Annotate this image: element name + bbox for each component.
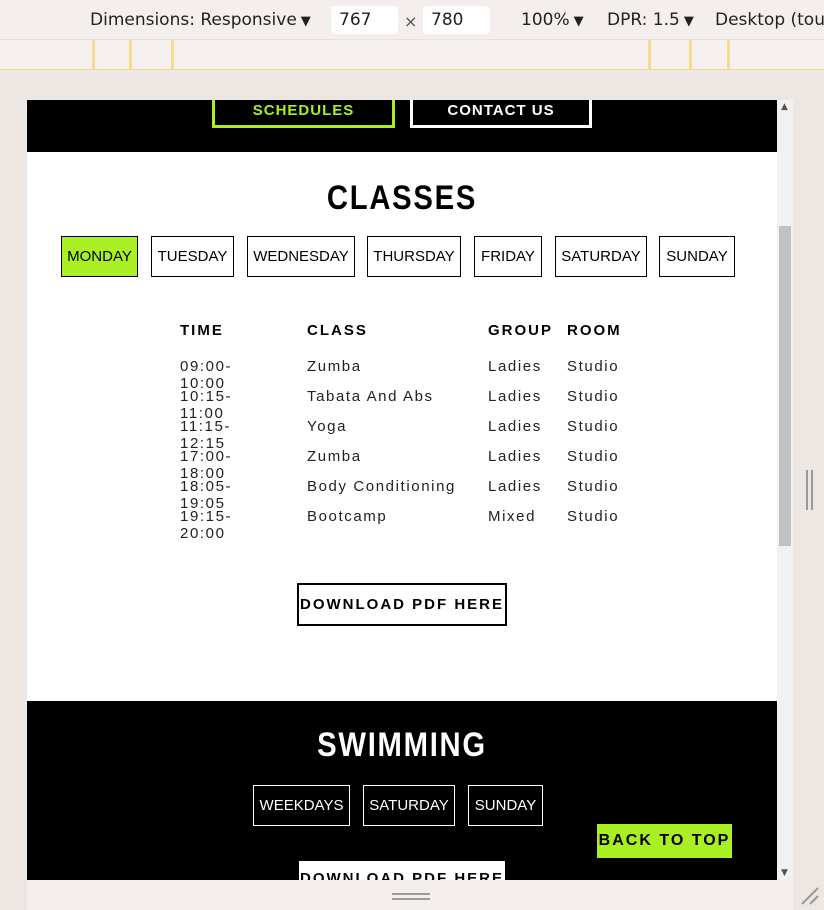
col-class-header: CLASS bbox=[307, 322, 368, 339]
cell-time: 10:15-11:00 bbox=[180, 388, 233, 422]
cell-room: Studio bbox=[567, 358, 620, 375]
swimming-title: SWIMMING bbox=[317, 726, 487, 764]
cell-time: 18:05-19:05 bbox=[180, 478, 233, 512]
cell-room: Studio bbox=[567, 388, 620, 405]
back-to-top-button[interactable]: BACK TO TOP bbox=[597, 824, 732, 858]
page-scrollbar[interactable]: ▲ ▼ bbox=[777, 100, 793, 880]
media-query-marker[interactable] bbox=[129, 40, 132, 70]
tab-monday[interactable]: MONDAY bbox=[61, 236, 138, 277]
classes-download-pdf-button[interactable]: DOWNLOAD PDF HERE bbox=[297, 583, 507, 626]
cell-class: Tabata And Abs bbox=[307, 388, 434, 405]
resize-handle-right[interactable] bbox=[806, 470, 814, 510]
cell-group: Ladies bbox=[488, 478, 542, 495]
tab-friday[interactable]: FRIDAY bbox=[474, 236, 542, 277]
media-query-marker[interactable] bbox=[727, 40, 730, 70]
cell-room: Studio bbox=[567, 448, 620, 465]
cell-class: Zumba bbox=[307, 358, 362, 375]
dimensions-label: Dimensions: Responsive bbox=[90, 10, 297, 30]
chevron-down-icon: ▼ bbox=[300, 14, 311, 29]
nav-schedules-button[interactable]: SCHEDULES bbox=[212, 100, 395, 128]
cell-time: 11:15-12:15 bbox=[180, 418, 232, 452]
dpr-dropdown[interactable]: DPR: 1.5 ▼ bbox=[607, 10, 694, 30]
top-nav: SCHEDULES CONTACT US bbox=[27, 100, 777, 152]
tab-thursday[interactable]: THURSDAY bbox=[367, 236, 461, 277]
cell-time: 09:00-10:00 bbox=[180, 358, 233, 392]
chevron-down-icon: ▼ bbox=[683, 14, 694, 29]
media-query-marker[interactable] bbox=[648, 40, 651, 70]
cell-room: Studio bbox=[567, 508, 620, 525]
col-group-header: GROUP bbox=[488, 322, 554, 339]
classes-day-tabs: MONDAY TUESDAY WEDNESDAY THURSDAY FRIDAY… bbox=[27, 236, 777, 277]
cell-class: Yoga bbox=[307, 418, 348, 435]
tab-tuesday[interactable]: TUESDAY bbox=[151, 236, 234, 277]
media-query-marker[interactable] bbox=[92, 40, 95, 70]
nav-contact-button[interactable]: CONTACT US bbox=[410, 100, 592, 128]
media-query-marker[interactable] bbox=[171, 40, 174, 70]
zoom-dropdown[interactable]: 100% ▼ bbox=[521, 10, 584, 30]
classes-title: CLASSES bbox=[326, 179, 478, 217]
tab-wednesday[interactable]: WEDNESDAY bbox=[247, 236, 355, 277]
cell-group: Mixed bbox=[488, 508, 537, 525]
devtools-toolbar: Dimensions: Responsive ▼ 767 × 780 100% ▼ … bbox=[0, 0, 824, 40]
times-icon: × bbox=[404, 12, 418, 31]
media-query-bar bbox=[0, 40, 824, 70]
cell-class: Zumba bbox=[307, 448, 362, 465]
cell-group: Ladies bbox=[488, 388, 542, 405]
page-viewport: SCHEDULES CONTACT US CLASSES MONDAY TUES… bbox=[27, 100, 777, 880]
cell-group: Ladies bbox=[488, 448, 542, 465]
swimming-download-pdf-button[interactable]: DOWNLOAD PDF HERE bbox=[299, 861, 505, 880]
scrollbar-thumb[interactable] bbox=[779, 226, 791, 546]
cell-room: Studio bbox=[567, 418, 620, 435]
cell-class: Bootcamp bbox=[307, 508, 388, 525]
height-input[interactable]: 780 bbox=[423, 6, 490, 34]
device-mode-dropdown[interactable]: Desktop (touch) bbox=[715, 10, 824, 30]
dimensions-dropdown[interactable]: Dimensions: Responsive ▼ bbox=[90, 10, 311, 30]
cell-time: 17:00-18:00 bbox=[180, 448, 233, 482]
tab-saturday[interactable]: SATURDAY bbox=[555, 236, 647, 277]
device-mode-label: Desktop (touch) bbox=[715, 10, 824, 30]
tab-sunday[interactable]: SUNDAY bbox=[659, 236, 735, 277]
swim-tab-weekdays[interactable]: WEEKDAYS bbox=[253, 785, 350, 826]
swim-tab-sunday[interactable]: SUNDAY bbox=[468, 785, 543, 826]
cell-group: Ladies bbox=[488, 418, 542, 435]
cell-time: 19:15-20:00 bbox=[180, 508, 233, 542]
resize-handle-bottom[interactable] bbox=[392, 893, 430, 901]
chevron-down-icon: ▼ bbox=[573, 14, 584, 29]
scroll-up-icon[interactable]: ▲ bbox=[781, 102, 788, 112]
col-time-header: TIME bbox=[180, 322, 224, 339]
resize-corner-icon[interactable] bbox=[800, 886, 820, 906]
col-room-header: ROOM bbox=[567, 322, 622, 339]
cell-group: Ladies bbox=[488, 358, 542, 375]
media-query-marker[interactable] bbox=[689, 40, 692, 70]
zoom-label: 100% bbox=[521, 10, 570, 30]
dpr-label: DPR: 1.5 bbox=[607, 10, 680, 30]
swim-tab-saturday[interactable]: SATURDAY bbox=[363, 785, 455, 826]
scroll-down-icon[interactable]: ▼ bbox=[781, 868, 788, 878]
cell-room: Studio bbox=[567, 478, 620, 495]
cell-class: Body Conditioning bbox=[307, 478, 456, 495]
width-input[interactable]: 767 bbox=[331, 6, 398, 34]
